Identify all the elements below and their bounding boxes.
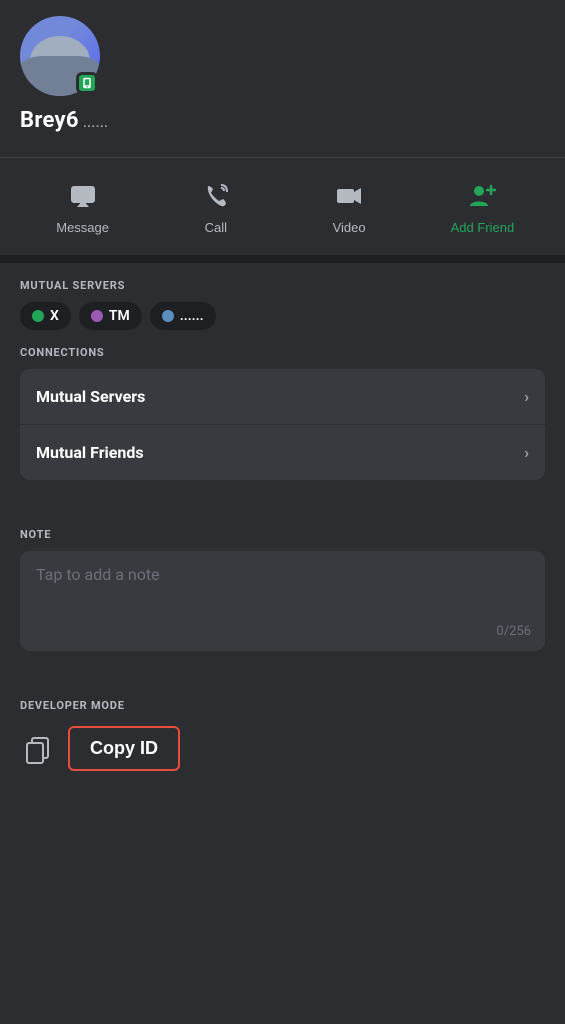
video-button[interactable]: Video bbox=[283, 178, 416, 235]
chevron-mutual-friends: › bbox=[524, 443, 529, 462]
avatar-wrapper bbox=[20, 16, 100, 96]
add-friend-button[interactable]: Add Friend bbox=[416, 178, 549, 235]
call-icon bbox=[198, 178, 234, 214]
server-tag-x[interactable]: X bbox=[20, 302, 71, 330]
connections-box: Mutual Servers › Mutual Friends › bbox=[20, 369, 545, 480]
tag-dot-x bbox=[32, 310, 44, 322]
avatar-area bbox=[0, 0, 565, 104]
note-placeholder: Tap to add a note bbox=[36, 565, 160, 584]
mutual-friends-label: Mutual Friends bbox=[36, 443, 144, 462]
note-section: NOTE Tap to add a note 0/256 bbox=[0, 512, 565, 667]
chevron-mutual-servers: › bbox=[524, 387, 529, 406]
gap-2 bbox=[0, 667, 565, 683]
gap-1 bbox=[0, 496, 565, 512]
status-badge bbox=[76, 72, 98, 94]
copy-id-row: Copy ID bbox=[20, 726, 545, 771]
copy-id-label: Copy ID bbox=[90, 738, 158, 758]
message-button[interactable]: Message bbox=[16, 178, 149, 235]
copy-id-button[interactable]: Copy ID bbox=[68, 726, 180, 771]
message-icon bbox=[65, 178, 101, 214]
call-button[interactable]: Call bbox=[149, 178, 282, 235]
server-tag-tm[interactable]: TM bbox=[79, 302, 142, 330]
divider-2 bbox=[0, 255, 565, 263]
note-counter: 0/256 bbox=[496, 624, 531, 639]
mutual-servers-row[interactable]: Mutual Servers › bbox=[20, 369, 545, 425]
mutual-servers-heading: MUTUAL SERVERS bbox=[20, 279, 545, 292]
mobile-icon bbox=[81, 77, 93, 89]
call-label: Call bbox=[205, 220, 227, 235]
add-friend-label: Add Friend bbox=[451, 220, 515, 235]
tag-label-x: X bbox=[50, 308, 59, 324]
profile-header: Brey6 ...... bbox=[0, 0, 565, 157]
mutual-servers-section: MUTUAL SERVERS X TM ...... CONNECTIONS M… bbox=[0, 263, 565, 496]
server-tag-other[interactable]: ...... bbox=[150, 302, 216, 330]
tag-dot-tm bbox=[91, 310, 103, 322]
video-label: Video bbox=[333, 220, 366, 235]
action-buttons-row: Message Call Video bbox=[0, 158, 565, 255]
message-label: Message bbox=[56, 220, 109, 235]
developer-heading: DEVELOPER MODE bbox=[20, 699, 545, 712]
developer-section: DEVELOPER MODE Copy ID bbox=[0, 683, 565, 787]
username-area: Brey6 ...... bbox=[0, 104, 565, 141]
note-heading: NOTE bbox=[20, 528, 545, 541]
tag-label-other: ...... bbox=[180, 308, 204, 324]
tag-dot-other bbox=[162, 310, 174, 322]
copy-icon bbox=[20, 731, 56, 767]
video-icon bbox=[331, 178, 367, 214]
tag-label-tm: TM bbox=[109, 308, 130, 324]
mutual-friends-row[interactable]: Mutual Friends › bbox=[20, 425, 545, 480]
server-tags-row: X TM ...... bbox=[20, 302, 545, 330]
connections-heading: CONNECTIONS bbox=[20, 346, 545, 359]
mutual-servers-label: Mutual Servers bbox=[36, 387, 145, 406]
note-box[interactable]: Tap to add a note 0/256 bbox=[20, 551, 545, 651]
username: Brey6 bbox=[20, 108, 79, 133]
add-friend-icon bbox=[464, 178, 500, 214]
username-tag: ...... bbox=[83, 112, 108, 131]
